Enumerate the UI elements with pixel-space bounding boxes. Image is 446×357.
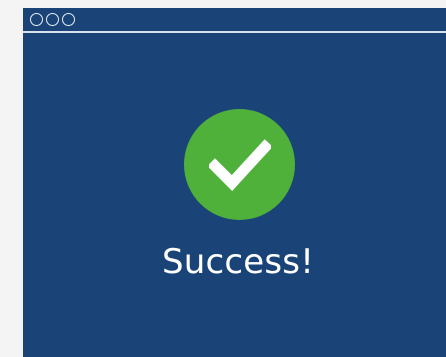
window-control-maximize[interactable] [62, 13, 75, 26]
window-control-minimize[interactable] [46, 13, 59, 26]
success-message: Success! [161, 242, 315, 282]
success-badge [184, 109, 295, 220]
window-control-close[interactable] [30, 13, 43, 26]
window-controls [30, 13, 75, 26]
window-titlebar [23, 8, 446, 33]
success-window: Success! [23, 8, 446, 357]
check-icon [208, 138, 271, 191]
page: Success! [0, 0, 446, 357]
